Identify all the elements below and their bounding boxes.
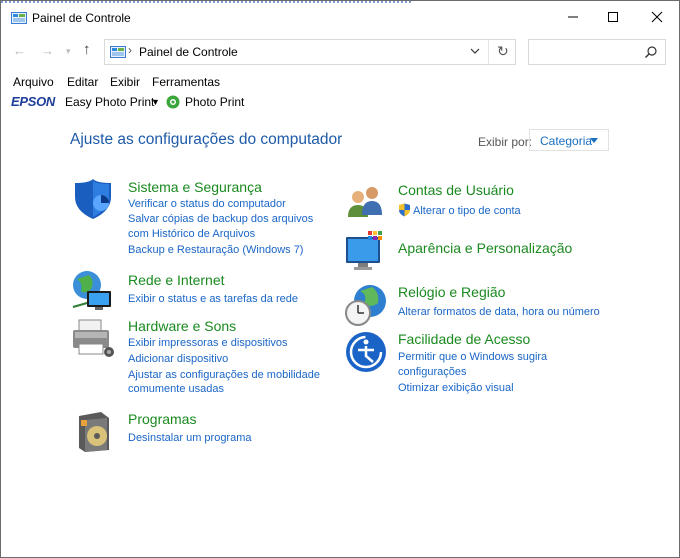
- view-by-dropdown[interactable]: Categoria: [529, 129, 609, 151]
- caret-down-icon: [590, 138, 598, 143]
- search-input[interactable]: [528, 39, 666, 65]
- save-backup-link-line2[interactable]: com Histórico de Arquivos: [128, 227, 255, 242]
- refresh-icon[interactable]: ↻: [497, 43, 509, 60]
- backup-restore-link[interactable]: Backup e Restauração (Windows 7): [128, 243, 303, 258]
- programs-title[interactable]: Programas: [128, 411, 196, 427]
- back-arrow-icon[interactable]: ←: [13, 43, 26, 58]
- epson-logo: EPSON: [11, 94, 56, 109]
- minimize-icon: [568, 16, 578, 18]
- save-backup-link[interactable]: Salvar cópias de backup dos arquivos: [128, 212, 313, 227]
- page-title: Ajuste as configurações do computador: [70, 131, 343, 148]
- optimize-visual-display-link[interactable]: Otimizar exibição visual: [398, 381, 514, 396]
- ease-of-access-icon[interactable]: [344, 330, 388, 374]
- photo-print-button[interactable]: Photo Print: [185, 95, 244, 109]
- menu-ferramentas[interactable]: Ferramentas: [152, 75, 220, 89]
- add-device-link[interactable]: Adicionar dispositivo: [128, 352, 228, 367]
- clock-globe-icon[interactable]: [344, 283, 388, 327]
- breadcrumb-separator-icon: ›: [128, 43, 132, 57]
- address-divider: [488, 40, 489, 64]
- ease-of-access-title[interactable]: Facilidade de Acesso: [398, 331, 530, 347]
- maximize-icon: [608, 12, 618, 22]
- control-panel-window: Painel de Controle ← → ▾ ↑ › Painel de C…: [0, 0, 680, 558]
- appearance-title[interactable]: Aparência e Personalização: [398, 240, 572, 256]
- user-accounts-title[interactable]: Contas de Usuário: [398, 182, 514, 198]
- printer-icon[interactable]: [71, 316, 115, 360]
- menu-editar[interactable]: Editar: [67, 75, 98, 89]
- epson-toolbar: EPSON Easy Photo Print ▼ Photo Print: [1, 93, 679, 111]
- menu-exibir[interactable]: Exibir: [110, 75, 140, 89]
- maximize-button[interactable]: [591, 1, 635, 33]
- easy-photo-print-dropdown-icon[interactable]: ▼: [151, 97, 160, 107]
- system-security-title[interactable]: Sistema e Segurança: [128, 179, 262, 195]
- navigation-bar: ← → ▾ ↑ › Painel de Controle ↻: [1, 37, 679, 67]
- network-internet-title[interactable]: Rede e Internet: [128, 272, 225, 288]
- view-by-value: Categoria: [540, 134, 593, 148]
- chevron-down-icon[interactable]: [469, 45, 481, 57]
- address-bar[interactable]: › Painel de Controle ↻: [104, 39, 516, 65]
- menu-arquivo[interactable]: Arquivo: [13, 75, 54, 89]
- network-globe-icon[interactable]: [71, 269, 115, 313]
- recent-locations-chevron-icon[interactable]: ▾: [66, 46, 71, 57]
- users-icon[interactable]: [344, 181, 388, 225]
- title-bar[interactable]: Painel de Controle: [1, 1, 679, 33]
- control-panel-icon: [110, 46, 126, 58]
- forward-arrow-icon[interactable]: →: [41, 43, 54, 58]
- programs-disc-icon[interactable]: [71, 410, 115, 454]
- check-computer-status-link[interactable]: Verificar o status do computador: [128, 197, 286, 212]
- change-account-type-link[interactable]: Alterar o tipo de conta: [413, 204, 521, 219]
- easy-photo-print-button[interactable]: Easy Photo Print: [65, 95, 154, 109]
- let-windows-suggest-link[interactable]: Permitir que o Windows sugira: [398, 350, 547, 365]
- let-windows-suggest-link-line2[interactable]: configurações: [398, 365, 467, 380]
- main-content: Ajuste as configurações do computador Ex…: [1, 113, 679, 557]
- change-date-formats-link[interactable]: Alterar formatos de data, hora ou número: [398, 305, 600, 320]
- close-button[interactable]: [635, 1, 679, 33]
- breadcrumb-control-panel[interactable]: Painel de Controle: [139, 45, 238, 59]
- minimize-button[interactable]: [551, 1, 595, 33]
- close-icon: [651, 11, 663, 23]
- uninstall-program-link[interactable]: Desinstalar um programa: [128, 431, 252, 446]
- window-title: Painel de Controle: [32, 11, 131, 25]
- control-panel-icon: [11, 12, 27, 24]
- mobility-settings-link-line2[interactable]: comumente usadas: [128, 382, 224, 397]
- up-arrow-icon[interactable]: ↑: [83, 41, 91, 58]
- shield-icon[interactable]: [71, 177, 115, 221]
- clock-region-title[interactable]: Relógio e Região: [398, 284, 505, 300]
- uac-shield-icon: [399, 203, 410, 217]
- mobility-settings-link[interactable]: Ajustar as configurações de mobilidade: [128, 368, 320, 383]
- photo-print-icon: [166, 95, 180, 109]
- network-status-link[interactable]: Exibir o status e as tarefas da rede: [128, 292, 298, 307]
- view-devices-printers-link[interactable]: Exibir impressoras e dispositivos: [128, 336, 288, 351]
- hardware-sound-title[interactable]: Hardware e Sons: [128, 318, 236, 334]
- search-icon: [645, 46, 657, 58]
- monitor-palette-icon[interactable]: [344, 229, 388, 273]
- view-by-label: Exibir por:: [478, 135, 533, 149]
